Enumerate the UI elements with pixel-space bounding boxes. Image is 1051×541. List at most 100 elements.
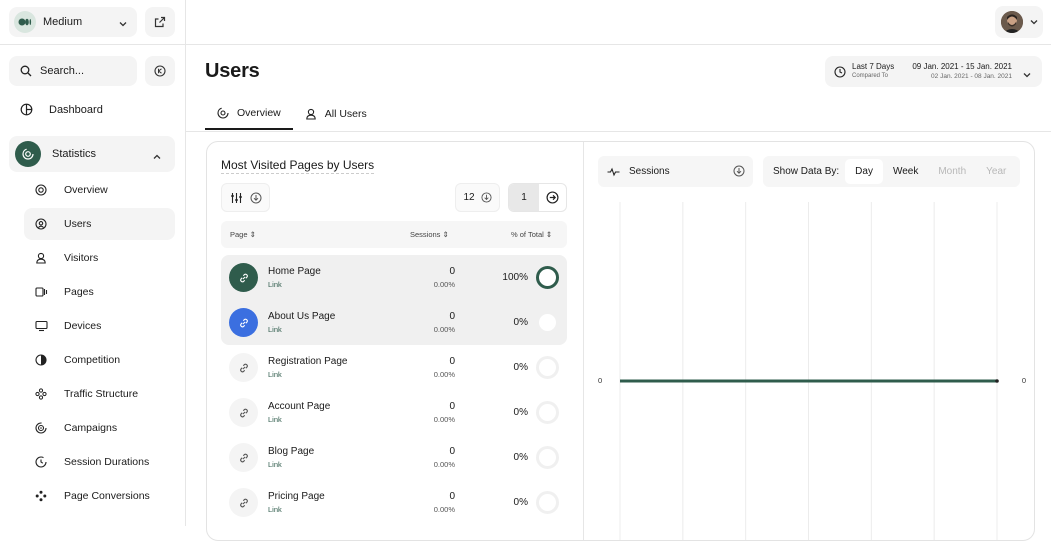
page-name: Home Page: [268, 266, 321, 277]
site-logo-icon: [14, 11, 36, 33]
sidebar-item-label: Overview: [64, 184, 108, 196]
tab-label: All Users: [324, 107, 367, 120]
rows-per-page-select[interactable]: 12: [455, 183, 500, 212]
link-icon: [229, 353, 258, 382]
download-icon[interactable]: [250, 192, 262, 204]
granularity-year[interactable]: Year: [976, 159, 1016, 184]
sidebar-group-statistics[interactable]: Statistics: [9, 136, 175, 172]
pages-icon: [34, 286, 48, 298]
page-name: Pricing Page: [268, 491, 325, 502]
sidebar-item-label: Pages: [64, 286, 94, 298]
table-row[interactable]: Registration Page Link 0 0.00% 0%: [221, 345, 567, 390]
site-selector[interactable]: Medium: [9, 7, 137, 37]
page-link[interactable]: Link: [268, 325, 282, 334]
user-menu[interactable]: [995, 6, 1043, 38]
sidebar-item-label: Session Durations: [64, 456, 150, 468]
sidebar-item-traffic-structure[interactable]: Traffic Structure: [24, 378, 175, 410]
link-icon: [229, 308, 258, 337]
sidebar-group-label: Statistics: [52, 148, 97, 160]
command-button[interactable]: [145, 56, 175, 86]
sidebar-item-label: Devices: [64, 320, 102, 332]
data-point: [995, 379, 999, 383]
open-external-button[interactable]: [145, 7, 175, 37]
page-name: Blog Page: [268, 446, 315, 457]
sidebar-item-visitors[interactable]: Visitors: [24, 242, 175, 274]
external-link-icon: [154, 16, 166, 28]
clock-icon: [834, 65, 846, 83]
sidebar-item-competition[interactable]: Competition: [24, 344, 175, 376]
sidebar-item-label: Competition: [64, 354, 121, 366]
site-name: Medium: [43, 16, 83, 28]
granularity-month[interactable]: Month: [928, 159, 976, 184]
sidebar-item-campaigns[interactable]: Campaigns: [24, 412, 175, 444]
column-header-page[interactable]: Page ⇕: [230, 230, 256, 239]
sidebar-item-dashboard[interactable]: Dashboard: [20, 103, 103, 116]
sidebar-item-pages[interactable]: Pages: [24, 276, 175, 308]
pct-of-total: 0%: [513, 452, 528, 463]
sessions-value: 0: [449, 446, 455, 457]
date-preset-label: Last 7 Days: [852, 62, 895, 71]
granularity-day[interactable]: Day: [845, 159, 883, 184]
sessions-value: 0: [449, 356, 455, 367]
dashboard-icon: [20, 103, 33, 116]
pct-of-total: 0%: [513, 317, 528, 328]
page-link[interactable]: Link: [268, 370, 282, 379]
filter-sliders-icon[interactable]: [230, 192, 243, 204]
page-number-input[interactable]: 1: [509, 184, 539, 211]
page-link[interactable]: Link: [268, 280, 282, 289]
rows-per-page-value: 12: [463, 192, 475, 203]
campaign-icon: [34, 422, 48, 434]
avatar: [1001, 11, 1023, 33]
sessions-pct: 0.00%: [433, 415, 455, 424]
sidebar-item-label: Page Conversions: [64, 490, 150, 502]
progress-ring: [536, 446, 559, 469]
sidebar-item-devices[interactable]: Devices: [24, 310, 175, 342]
compare-range-value: 02 Jan. 2021 - 08 Jan. 2021: [931, 73, 1012, 80]
granularity-week[interactable]: Week: [883, 159, 928, 184]
pct-of-total: 0%: [513, 407, 528, 418]
progress-ring: [536, 266, 559, 289]
person-icon: [34, 252, 48, 264]
sessions-pct: 0.00%: [433, 280, 455, 289]
page-name: About Us Page: [268, 311, 336, 322]
table-row[interactable]: Pricing Page Link 0 0.00% 0%: [221, 480, 567, 525]
sidebar-item-label: Traffic Structure: [64, 388, 139, 400]
sidebar-item-session-durations[interactable]: Session Durations: [24, 446, 175, 478]
tab-all-users[interactable]: All Users: [293, 97, 379, 130]
sidebar-item-overview[interactable]: Overview: [24, 174, 175, 206]
date-range-picker[interactable]: Last 7 Days Compared To 09 Jan. 2021 - 1…: [825, 56, 1042, 87]
download-icon[interactable]: [733, 165, 745, 180]
sidebar-item-label: Visitors: [64, 252, 99, 264]
table-row[interactable]: Account Page Link 0 0.00% 0%: [221, 390, 567, 435]
page-link[interactable]: Link: [268, 415, 282, 424]
column-label: Page: [230, 230, 248, 239]
metric-select[interactable]: Sessions: [598, 156, 753, 187]
arrow-right-circle-icon: [546, 191, 559, 204]
sessions-pct: 0.00%: [433, 370, 455, 379]
card-divider: [583, 142, 584, 540]
link-icon: [229, 263, 258, 292]
command-icon: [154, 65, 166, 77]
column-header-pct-total[interactable]: % of Total ⇕: [511, 230, 552, 239]
column-label: % of Total: [511, 230, 544, 239]
table-row[interactable]: Home Page Link 0 0.00% 100%: [221, 255, 567, 300]
tab-overview[interactable]: Overview: [205, 97, 293, 130]
table-row[interactable]: Blog Page Link 0 0.00% 0%: [221, 435, 567, 480]
sidebar-item-page-conversions[interactable]: Page Conversions: [24, 480, 175, 512]
sidebar-item-label: Dashboard: [49, 103, 103, 116]
page-link[interactable]: Link: [268, 505, 282, 514]
sidebar-item-label: Campaigns: [64, 422, 118, 434]
tab-bar: Overview All Users: [205, 97, 379, 132]
pagination: 1: [508, 183, 567, 212]
next-page-button[interactable]: [539, 184, 566, 211]
search-input[interactable]: Search...: [9, 56, 137, 86]
sidebar-item-users[interactable]: Users: [24, 208, 175, 240]
statistics-icon: [15, 141, 41, 167]
granularity-selector: Show Data By: Day Week Month Year: [763, 156, 1020, 187]
network-icon: [34, 388, 48, 400]
target-icon: [34, 184, 48, 196]
column-label: Sessions: [410, 230, 441, 239]
table-row[interactable]: About Us Page Link 0 0.00% 0%: [221, 300, 567, 345]
column-header-sessions[interactable]: Sessions ⇕: [410, 230, 449, 239]
page-link[interactable]: Link: [268, 460, 282, 469]
